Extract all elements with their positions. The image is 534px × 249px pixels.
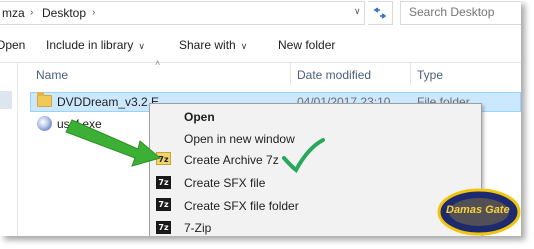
checkmark-icon (282, 138, 325, 174)
watermark-text: Damas Gate (446, 204, 510, 216)
explorer-window: mza › Desktop › ∨ Open Include in librar… (0, 0, 521, 236)
